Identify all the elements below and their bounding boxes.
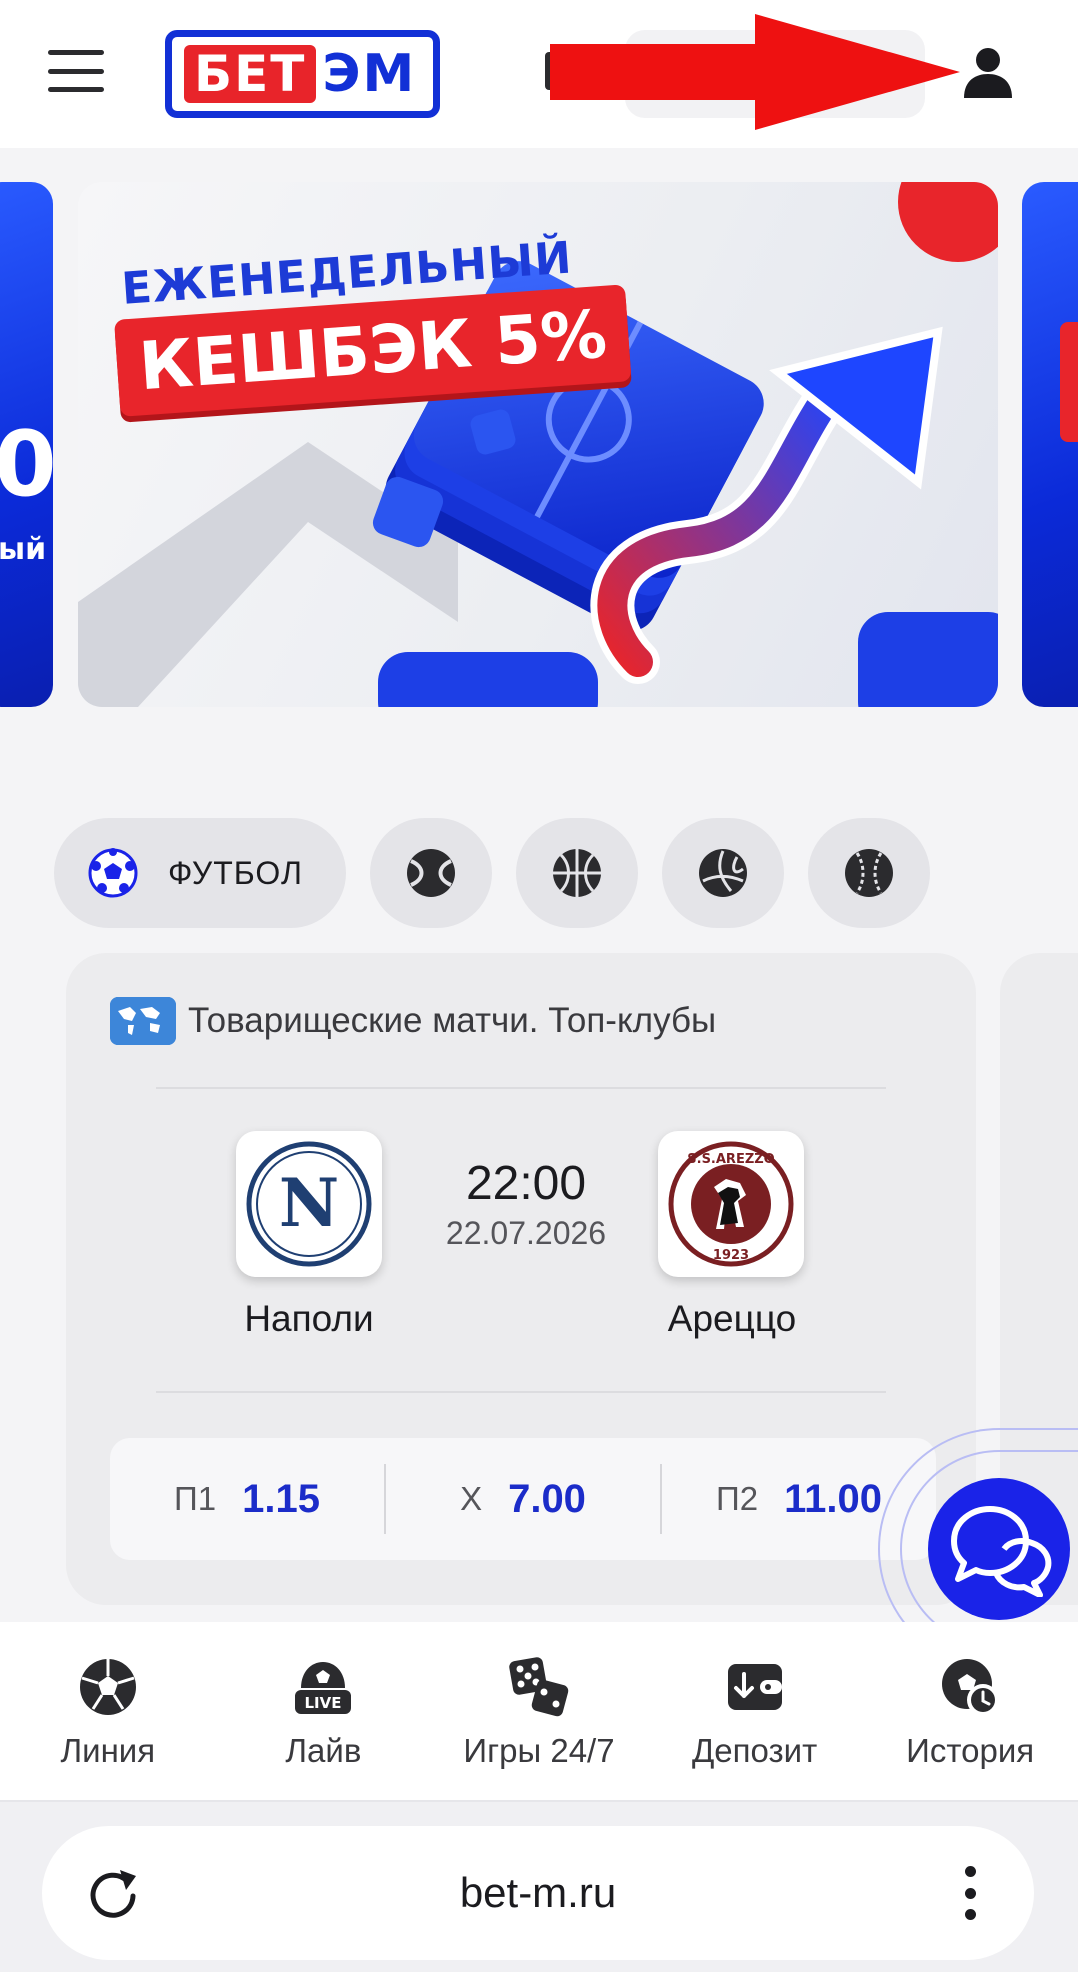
odd-home-win[interactable]: П1 1.15 bbox=[110, 1438, 384, 1560]
napoli-crest-letter: N bbox=[279, 1164, 339, 1242]
banner-prev-number: 0 bbox=[0, 412, 53, 517]
sport-tab-tennis[interactable] bbox=[370, 818, 492, 928]
volleyball-icon bbox=[699, 849, 747, 897]
hamburger-menu-icon[interactable] bbox=[48, 50, 104, 92]
nav-item-live[interactable]: LIVE Лайв bbox=[216, 1622, 432, 1800]
odd-draw[interactable]: Х 7.00 bbox=[384, 1464, 660, 1534]
banner-next-peek[interactable] bbox=[1022, 182, 1078, 707]
soccer-ball-icon bbox=[88, 848, 138, 898]
browser-toolbar: bet-m.ru bbox=[0, 1800, 1078, 1972]
url-text[interactable]: bet-m.ru bbox=[242, 1862, 834, 1924]
promo-banner[interactable]: ЕЖЕНЕДЕЛЬНЫЙ КЕШБЭК 5% bbox=[78, 182, 998, 707]
logo-text-blue: ЭМ bbox=[322, 44, 417, 104]
league-name: Товарищеские матчи. Топ-клубы bbox=[188, 1001, 717, 1040]
nav-item-live-label: Лайв bbox=[285, 1732, 362, 1769]
logo-text-red: БЕТ bbox=[184, 45, 317, 103]
nav-item-deposit[interactable]: Депозит bbox=[647, 1622, 863, 1800]
home-team-logo[interactable]: N bbox=[236, 1131, 382, 1277]
nav-item-deposit-label: Депозит bbox=[691, 1732, 818, 1769]
nav-item-history[interactable]: История bbox=[862, 1622, 1078, 1800]
deposit-wallet-icon bbox=[727, 1664, 782, 1710]
basketball-icon bbox=[553, 849, 601, 897]
support-chat-button[interactable] bbox=[928, 1478, 1070, 1620]
nav-item-line-label: Линия bbox=[60, 1732, 156, 1769]
svg-text:LIVE: LIVE bbox=[305, 1694, 342, 1712]
soccer-ball-icon bbox=[79, 1659, 136, 1715]
sport-tab-football[interactable]: ФУТБОЛ bbox=[54, 818, 346, 928]
home-team-name: Наполи bbox=[244, 1298, 374, 1339]
odds-bar: П1 1.15 Х 7.00 П2 11.00 bbox=[110, 1438, 936, 1560]
top-header: БЕТ ЭМ bbox=[0, 0, 1078, 148]
match-date: 22.07.2026 bbox=[445, 1215, 607, 1251]
baseball-icon bbox=[845, 849, 893, 897]
match-time: 22:00 bbox=[465, 1157, 587, 1210]
sport-tab-volleyball[interactable] bbox=[662, 818, 784, 928]
chat-bubbles-icon bbox=[951, 1506, 1052, 1597]
sport-tab-basketball[interactable] bbox=[516, 818, 638, 928]
world-map-icon bbox=[110, 997, 176, 1045]
arezzo-crest-year: 1923 bbox=[713, 1248, 749, 1263]
odd-away-win-key: П2 bbox=[716, 1480, 759, 1517]
tennis-ball-icon bbox=[407, 849, 455, 897]
banner-next-red-tag bbox=[1060, 322, 1078, 442]
brand-logo[interactable]: БЕТ ЭМ bbox=[165, 30, 440, 118]
sport-tab-football-label: ФУТБОЛ bbox=[168, 854, 303, 891]
away-team-logo[interactable]: S.S.AREZZO 1923 bbox=[658, 1131, 804, 1277]
sport-tab-baseball[interactable] bbox=[808, 818, 930, 928]
card-divider-bottom bbox=[156, 1391, 886, 1393]
odd-home-win-value: 1.15 bbox=[242, 1476, 320, 1521]
odd-away-win-value: 11.00 bbox=[784, 1476, 882, 1521]
banner-prev-caption: ый bbox=[0, 532, 47, 567]
card-divider-top bbox=[156, 1087, 886, 1089]
red-arrow-annotation-icon bbox=[550, 14, 960, 130]
match-card[interactable]: Товарищеские матчи. Топ-клубы N Наполи 2… bbox=[66, 953, 976, 1605]
arezzo-crest-name: S.S.AREZZO bbox=[687, 1152, 774, 1167]
odd-home-win-key: П1 bbox=[174, 1480, 217, 1517]
away-team-name: Ареццо bbox=[667, 1298, 797, 1339]
dice-icon bbox=[509, 1657, 569, 1717]
nav-item-games-label: Игры 24/7 bbox=[463, 1732, 615, 1769]
history-ball-icon bbox=[942, 1659, 1000, 1716]
napoli-crest-icon: N bbox=[246, 1141, 372, 1267]
bottom-navigation: Линия LIVE Лайв Игры 24/7 Депозит Истори… bbox=[0, 1622, 1078, 1800]
user-profile-icon[interactable] bbox=[960, 44, 1016, 100]
nav-item-line[interactable]: Линия bbox=[0, 1622, 216, 1800]
banner-prev-peek[interactable]: 0 ый bbox=[0, 182, 53, 707]
nav-item-history-label: История bbox=[906, 1732, 1035, 1769]
address-bar[interactable]: bet-m.ru bbox=[42, 1826, 1034, 1960]
odd-draw-value: 7.00 bbox=[508, 1476, 586, 1521]
nav-item-games[interactable]: Игры 24/7 bbox=[431, 1622, 647, 1800]
reload-icon[interactable] bbox=[82, 1862, 144, 1924]
live-ball-icon: LIVE bbox=[295, 1662, 352, 1714]
odd-draw-key: Х bbox=[460, 1480, 483, 1517]
league-row: Товарищеские матчи. Топ-клубы bbox=[110, 997, 716, 1045]
browser-menu-icon[interactable] bbox=[950, 1862, 990, 1924]
arezzo-crest-icon: S.S.AREZZO 1923 bbox=[668, 1141, 794, 1267]
